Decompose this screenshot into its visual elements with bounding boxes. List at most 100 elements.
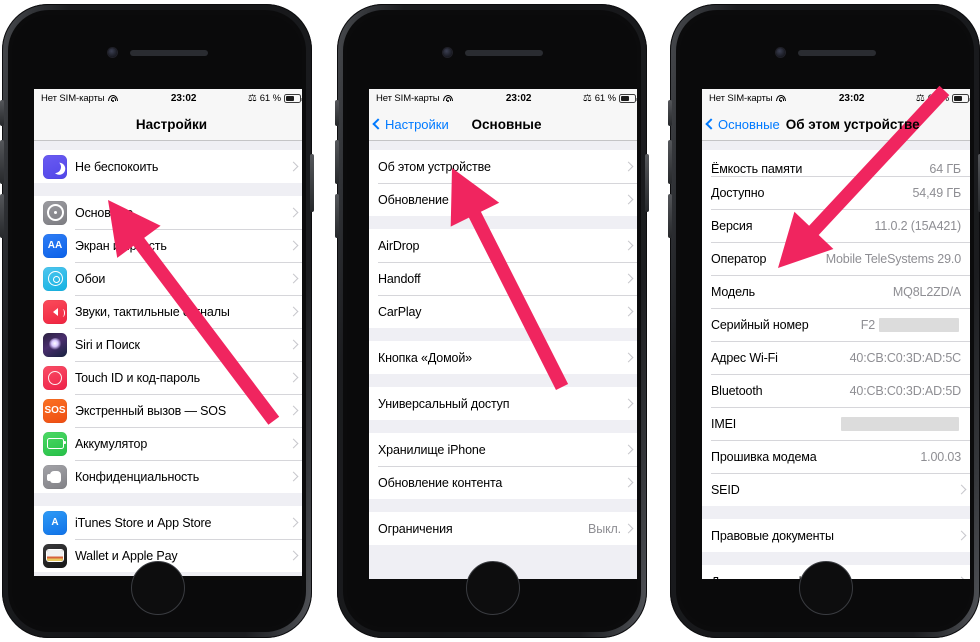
siri-search-icon xyxy=(43,332,67,357)
chevron-right-icon xyxy=(623,194,634,205)
list-row[interactable]: Адрес Wi-Fi 40:CB:C0:3D:AD:5C xyxy=(702,341,970,374)
battery-icon xyxy=(43,431,67,456)
list-row-label: Экстренный вызов — SOS xyxy=(75,403,227,418)
list-section: Правовые документы xyxy=(702,519,970,552)
wallet-apple-pay-icon xyxy=(43,543,67,568)
app-store-icon: A xyxy=(43,510,67,535)
home-button[interactable] xyxy=(131,561,185,615)
wifi-icon xyxy=(443,94,454,103)
chevron-right-icon xyxy=(623,240,634,251)
battery-icon xyxy=(952,94,970,103)
list-row[interactable]: Правовые документы xyxy=(702,519,970,552)
list-row[interactable]: Ёмкость памяти 64 ГБ xyxy=(702,150,970,176)
list-row[interactable]: AiTunes Store и App Store xyxy=(34,506,302,539)
list-row[interactable]: IMEI xyxy=(702,407,970,440)
list-row[interactable]: Handoff xyxy=(369,262,637,295)
battery-icon xyxy=(619,94,637,103)
settings-list[interactable]: Не беспокоить Основные AA Экран и яркость Об… xyxy=(34,141,302,576)
section-gap xyxy=(34,493,302,506)
carrier-label: Нет SIM-карты xyxy=(41,93,105,104)
list-row-label: Адрес Wi-Fi xyxy=(711,350,778,365)
list-row-label: CarPlay xyxy=(378,304,422,319)
chevron-left-icon xyxy=(705,118,717,130)
list-row[interactable]: Аккумулятор xyxy=(34,427,302,460)
volume-up-button[interactable] xyxy=(668,140,672,184)
list-row[interactable]: Прошивка модема 1.00.03 xyxy=(702,440,970,473)
back-button[interactable]: Основные xyxy=(705,117,780,132)
back-button[interactable]: Настройки xyxy=(372,116,449,132)
list-row[interactable]: Серийный номер F2 xyxy=(702,308,970,341)
list-row-value: F2 xyxy=(860,317,875,332)
list-row[interactable]: Доступно 54,49 ГБ xyxy=(702,176,970,209)
settings-list[interactable]: Ёмкость памяти 64 ГБ Доступно 54,49 ГБ Верси… xyxy=(702,141,970,579)
earpiece-speaker xyxy=(798,50,876,56)
volume-up-button[interactable] xyxy=(335,140,339,184)
volume-down-button[interactable] xyxy=(335,194,339,238)
list-row-label: Wallet и Apple Pay xyxy=(75,548,178,563)
home-button[interactable] xyxy=(799,561,853,615)
list-row-label: Экран и яркость xyxy=(75,238,167,253)
battery-percent-label: 61 % xyxy=(927,93,949,104)
section-gap xyxy=(34,141,302,150)
speaker-glyph xyxy=(52,307,65,317)
list-row[interactable]: Об этом устройстве xyxy=(369,150,637,183)
mute-switch[interactable] xyxy=(668,100,672,126)
list-row[interactable]: Не беспокоить xyxy=(34,150,302,183)
moon-glyph xyxy=(47,159,62,174)
list-row[interactable]: Хранилище iPhone xyxy=(369,433,637,466)
section-gap xyxy=(369,216,637,229)
list-row[interactable]: SEID xyxy=(702,473,970,506)
list-row[interactable]: Кнопка «Домой» xyxy=(369,341,637,374)
volume-up-button[interactable] xyxy=(0,140,4,184)
back-button-label: Настройки xyxy=(385,116,449,132)
list-row[interactable]: Touch ID и код-пароль xyxy=(34,361,302,394)
power-button[interactable] xyxy=(645,154,649,212)
phone-general: Нет SIM-карты 23:02 ⚖ 61 % Настройки Основные… xyxy=(335,4,649,638)
list-row[interactable]: Версия 11.0.2 (15A421) xyxy=(702,209,970,242)
list-row[interactable]: Звуки, тактильные сигналы xyxy=(34,295,302,328)
gear-glyph xyxy=(46,204,64,221)
list-row-value: 11.0.2 (15A421) xyxy=(874,218,962,233)
list-row[interactable]: AirDrop xyxy=(369,229,637,262)
volume-down-button[interactable] xyxy=(668,194,672,238)
list-row[interactable]: Обновление контента xyxy=(369,466,637,499)
list-row[interactable]: SOS Экстренный вызов — SOS xyxy=(34,394,302,427)
bluetooth-icon: ⚖ xyxy=(582,92,592,104)
clock-label: 23:02 xyxy=(838,93,865,104)
list-row[interactable]: Оператор Mobile TeleSystems 29.0 xyxy=(702,242,970,275)
earpiece-speaker xyxy=(465,50,543,56)
mute-switch[interactable] xyxy=(0,100,4,126)
carrier-label: Нет SIM-карты xyxy=(376,93,440,104)
list-row[interactable]: Основные xyxy=(34,196,302,229)
list-row[interactable]: Ограничения Выкл. xyxy=(369,512,637,545)
list-row[interactable]: Модель MQ8L2ZD/A xyxy=(702,275,970,308)
list-row[interactable]: Конфиденциальность xyxy=(34,460,302,493)
list-row[interactable]: Siri и Поиск xyxy=(34,328,302,361)
general-icon xyxy=(43,200,67,225)
touch-id-passcode-icon xyxy=(43,365,67,390)
wifi-icon xyxy=(108,94,119,103)
home-button[interactable] xyxy=(466,561,520,615)
phone-glass: Нет SIM-карты 23:02 ⚖ 61 % Основные Об этом у… xyxy=(680,15,970,627)
clock-label: 23:02 xyxy=(170,93,197,104)
list-row-value: 40:CB:C0:3D:AD:5D xyxy=(849,383,962,398)
chevron-right-icon xyxy=(623,161,634,172)
list-row[interactable]: Обои xyxy=(34,262,302,295)
list-section: Кнопка «Домой» xyxy=(369,341,637,374)
wallpaper-glyph xyxy=(47,271,63,286)
list-row[interactable]: Обновление ПО xyxy=(369,183,637,216)
list-row[interactable]: Универсальный доступ xyxy=(369,387,637,420)
front-camera-icon xyxy=(776,48,785,57)
mute-switch[interactable] xyxy=(335,100,339,126)
list-row-value: 64 ГБ xyxy=(929,162,961,176)
list-row-label: Об этом устройстве xyxy=(378,159,491,174)
volume-down-button[interactable] xyxy=(0,194,4,238)
list-row[interactable]: Bluetooth 40:CB:C0:3D:AD:5D xyxy=(702,374,970,407)
list-row-label: Ёмкость памяти xyxy=(711,162,803,176)
display-brightness-icon: AA xyxy=(43,233,67,258)
settings-list[interactable]: Об этом устройстве Обновление ПО AirDrop Ha… xyxy=(369,141,637,579)
power-button[interactable] xyxy=(310,154,314,212)
list-row[interactable]: AA Экран и яркость xyxy=(34,229,302,262)
list-row[interactable]: CarPlay xyxy=(369,295,637,328)
list-row-label: Универсальный доступ xyxy=(378,396,510,411)
